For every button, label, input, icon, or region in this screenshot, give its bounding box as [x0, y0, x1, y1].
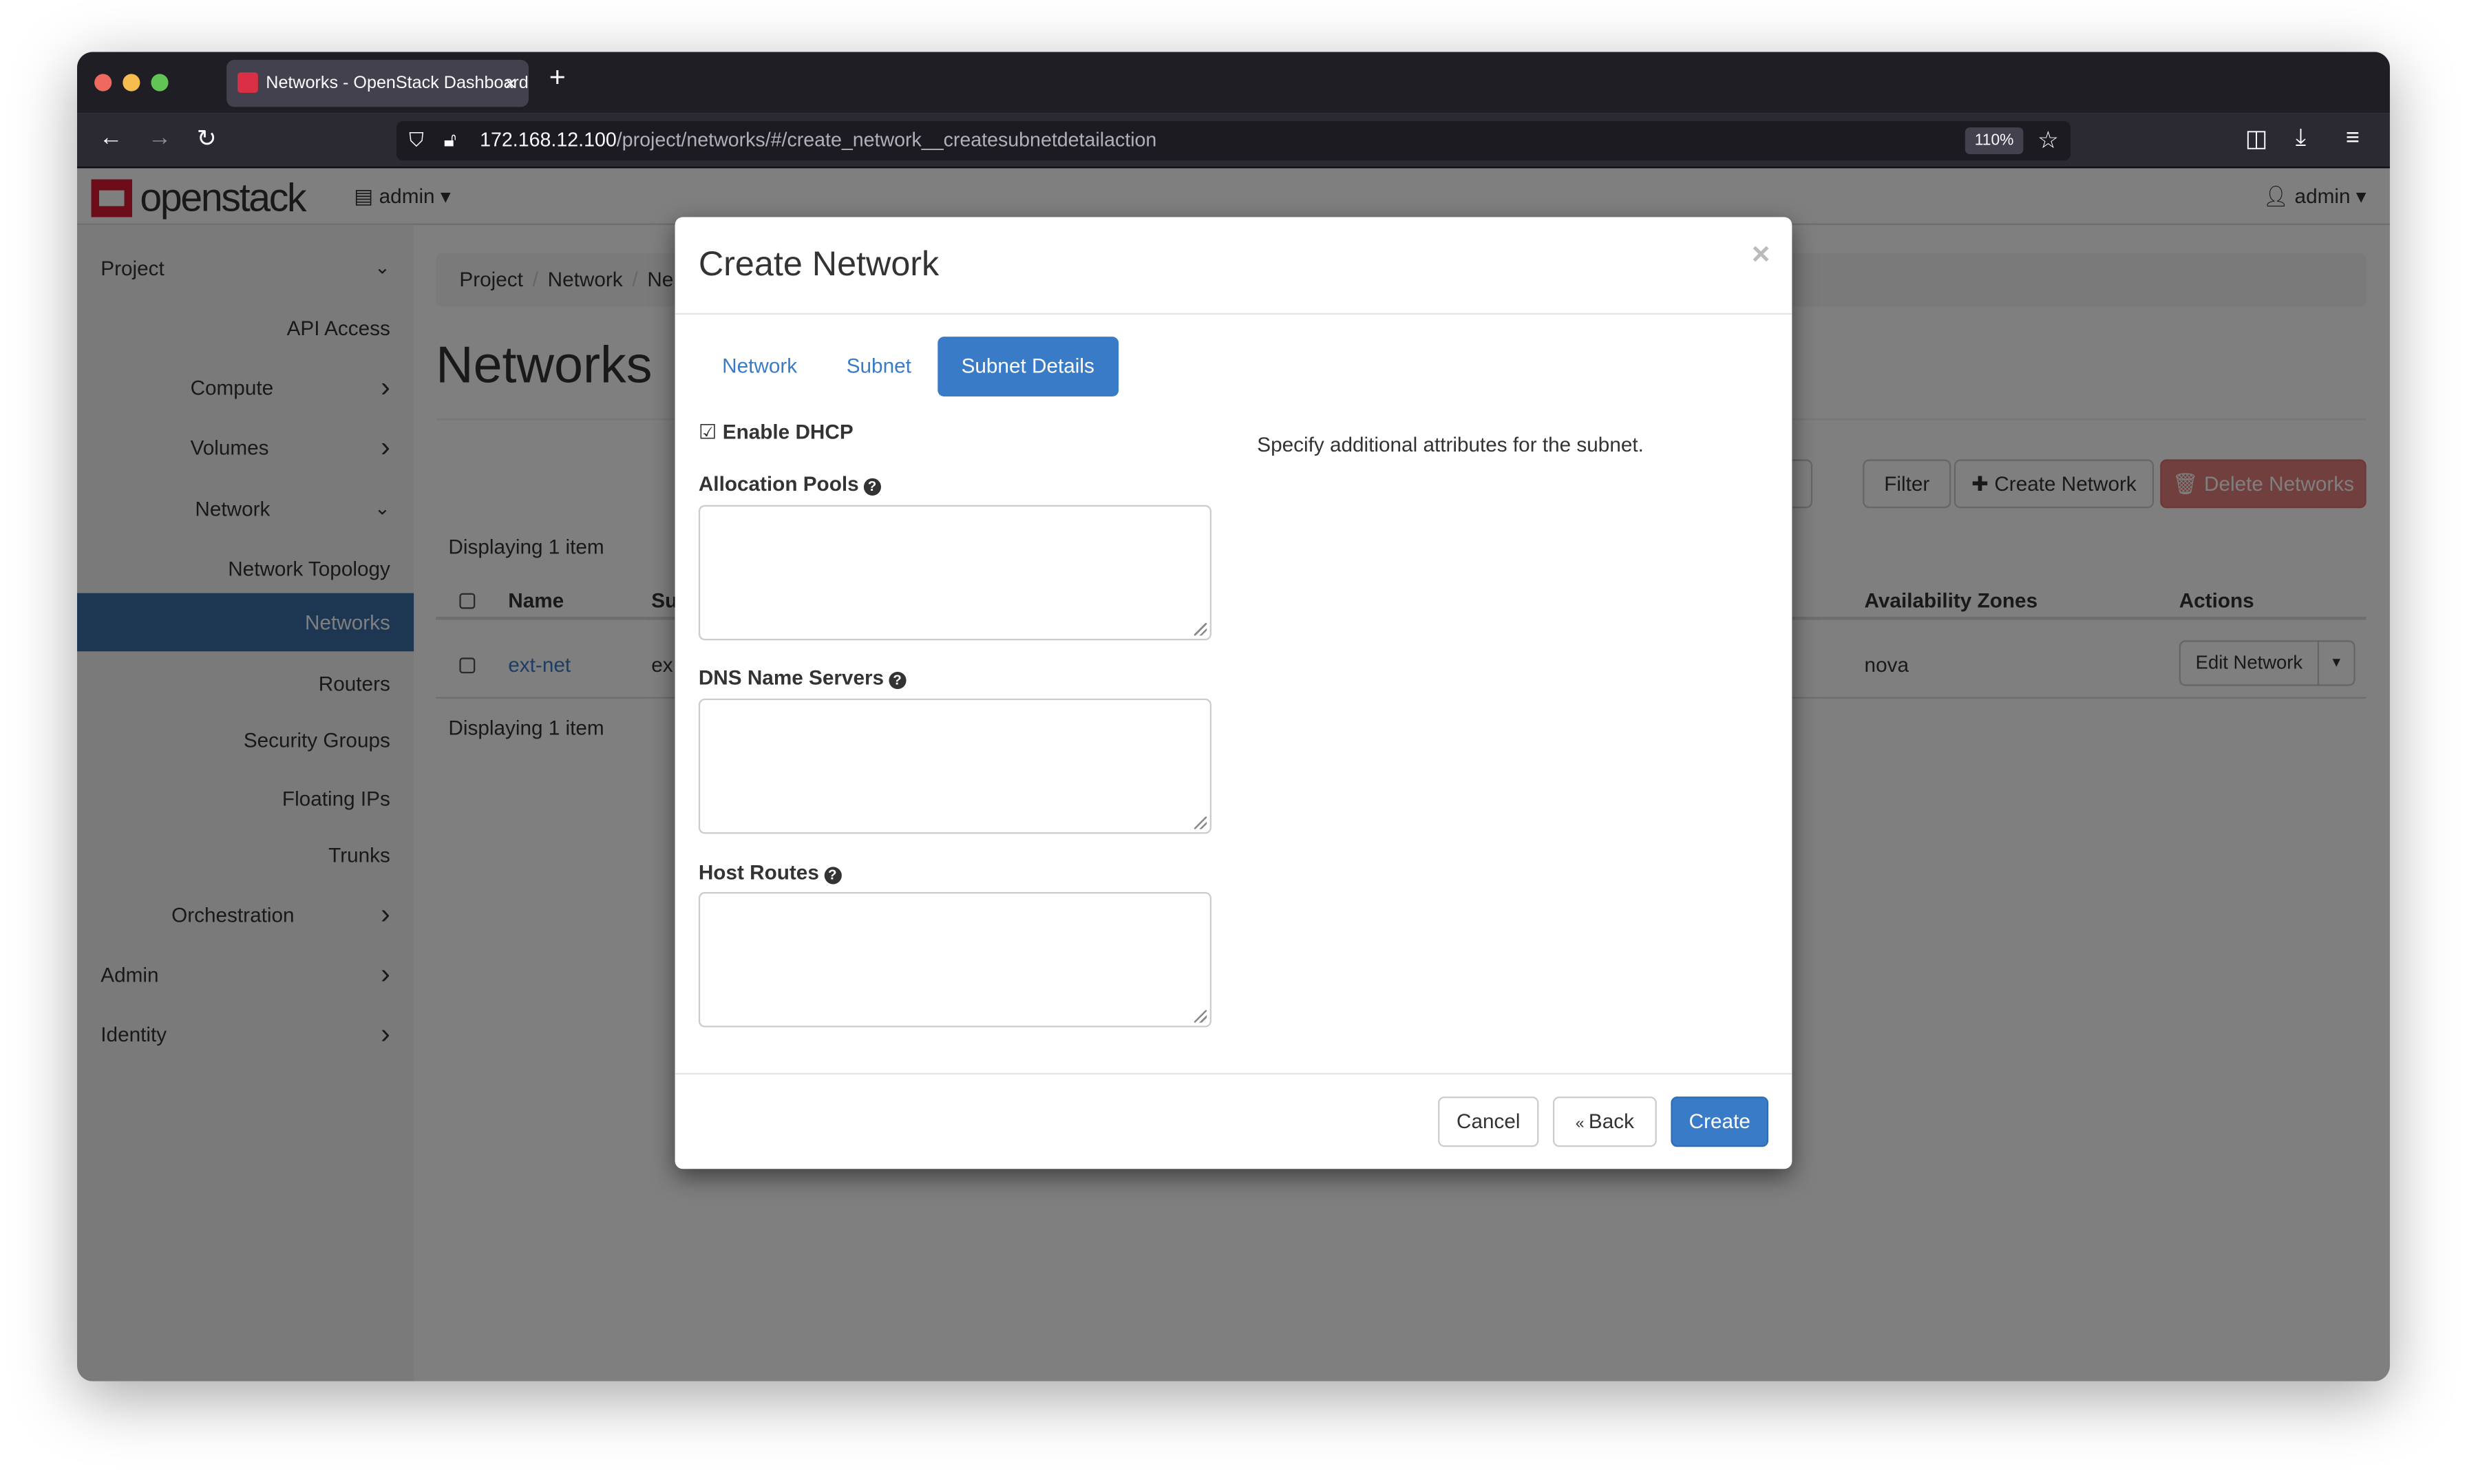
enable-dhcp-checkbox[interactable]: ☑ Enable DHCP	[699, 420, 854, 445]
resize-handle[interactable]	[1194, 816, 1207, 829]
dns-name-servers-textarea[interactable]	[698, 698, 1211, 834]
double-chevron-left-icon: «	[1575, 1115, 1589, 1133]
resize-handle[interactable]	[1194, 623, 1207, 636]
modal-footer-divider	[675, 1072, 1792, 1075]
dns-name-servers-label: DNS Name Servers?	[699, 666, 907, 690]
tab-network[interactable]: Network	[699, 337, 821, 396]
new-tab-button[interactable]: +	[549, 61, 566, 94]
url-bar[interactable]: ⛉ 🔓︎ 172.168.12.100/project/networks/#/c…	[396, 120, 2071, 161]
back-button[interactable]: « Back	[1552, 1096, 1657, 1147]
help-icon[interactable]: ?	[863, 478, 881, 496]
back-arrow-icon[interactable]: ←	[99, 125, 123, 151]
cancel-button[interactable]: Cancel	[1438, 1096, 1539, 1147]
help-text: Specify additional attributes for the su…	[1257, 432, 1644, 456]
enable-dhcp-label: Enable DHCP	[722, 420, 854, 444]
host-routes-label: Host Routes?	[699, 860, 841, 884]
url-path: /project/networks/#/create_network__crea…	[616, 129, 1157, 151]
allocation-pools-textarea[interactable]	[698, 505, 1211, 641]
browser-window: Networks - OpenStack Dashboard × + ← → ↻ …	[76, 52, 2390, 1381]
close-tab-icon[interactable]: ×	[505, 60, 516, 107]
forward-arrow-icon[interactable]: →	[148, 125, 171, 151]
pocket-icon[interactable]: ◫	[2245, 125, 2267, 153]
modal-header-divider	[675, 312, 1792, 315]
modal-title: Create Network	[698, 244, 940, 284]
tab-subnet-details[interactable]: Subnet Details	[938, 337, 1119, 396]
menu-icon[interactable]: ≡	[2346, 125, 2360, 151]
create-network-modal: Create Network × Network Subnet Subnet D…	[675, 217, 1792, 1169]
download-icon[interactable]: ⤓	[2296, 125, 2306, 151]
resize-handle[interactable]	[1194, 1010, 1207, 1023]
allocation-pools-label: Allocation Pools?	[699, 472, 881, 496]
close-icon[interactable]: ×	[1752, 237, 1770, 274]
host-routes-textarea[interactable]	[698, 891, 1211, 1028]
tab-bar: Networks - OpenStack Dashboard × +	[76, 52, 2390, 114]
url-host: 172.168.12.100	[480, 129, 617, 151]
checkbox-checked-icon: ☑	[698, 420, 723, 444]
create-button[interactable]: Create	[1671, 1096, 1769, 1147]
tab-subnet[interactable]: Subnet	[823, 337, 935, 396]
nav-bar: ← → ↻ ⛉ 🔓︎ 172.168.12.100/project/networ…	[76, 113, 2390, 169]
maximize-window-button[interactable]	[151, 74, 169, 92]
bookmark-star-icon[interactable]: ☆	[2037, 121, 2059, 160]
help-icon[interactable]: ?	[888, 671, 907, 690]
back-label: Back	[1588, 1109, 1634, 1133]
page: openstack ▤ admin ▾ 👤︎ admin ▾ Project⌄A…	[76, 168, 2390, 1381]
reload-icon[interactable]: ↻	[197, 125, 217, 153]
browser-tab[interactable]: Networks - OpenStack Dashboard ×	[226, 59, 529, 107]
tab-title: Networks - OpenStack Dashboard	[266, 74, 529, 93]
shield-icon[interactable]: ⛉	[409, 121, 423, 160]
close-window-button[interactable]	[94, 74, 112, 92]
insecure-lock-icon[interactable]: 🔓︎	[444, 121, 457, 160]
openstack-favicon-icon	[237, 72, 258, 93]
zoom-level[interactable]: 110%	[1965, 127, 2024, 154]
minimize-window-button[interactable]	[123, 74, 140, 92]
help-icon[interactable]: ?	[823, 867, 841, 884]
